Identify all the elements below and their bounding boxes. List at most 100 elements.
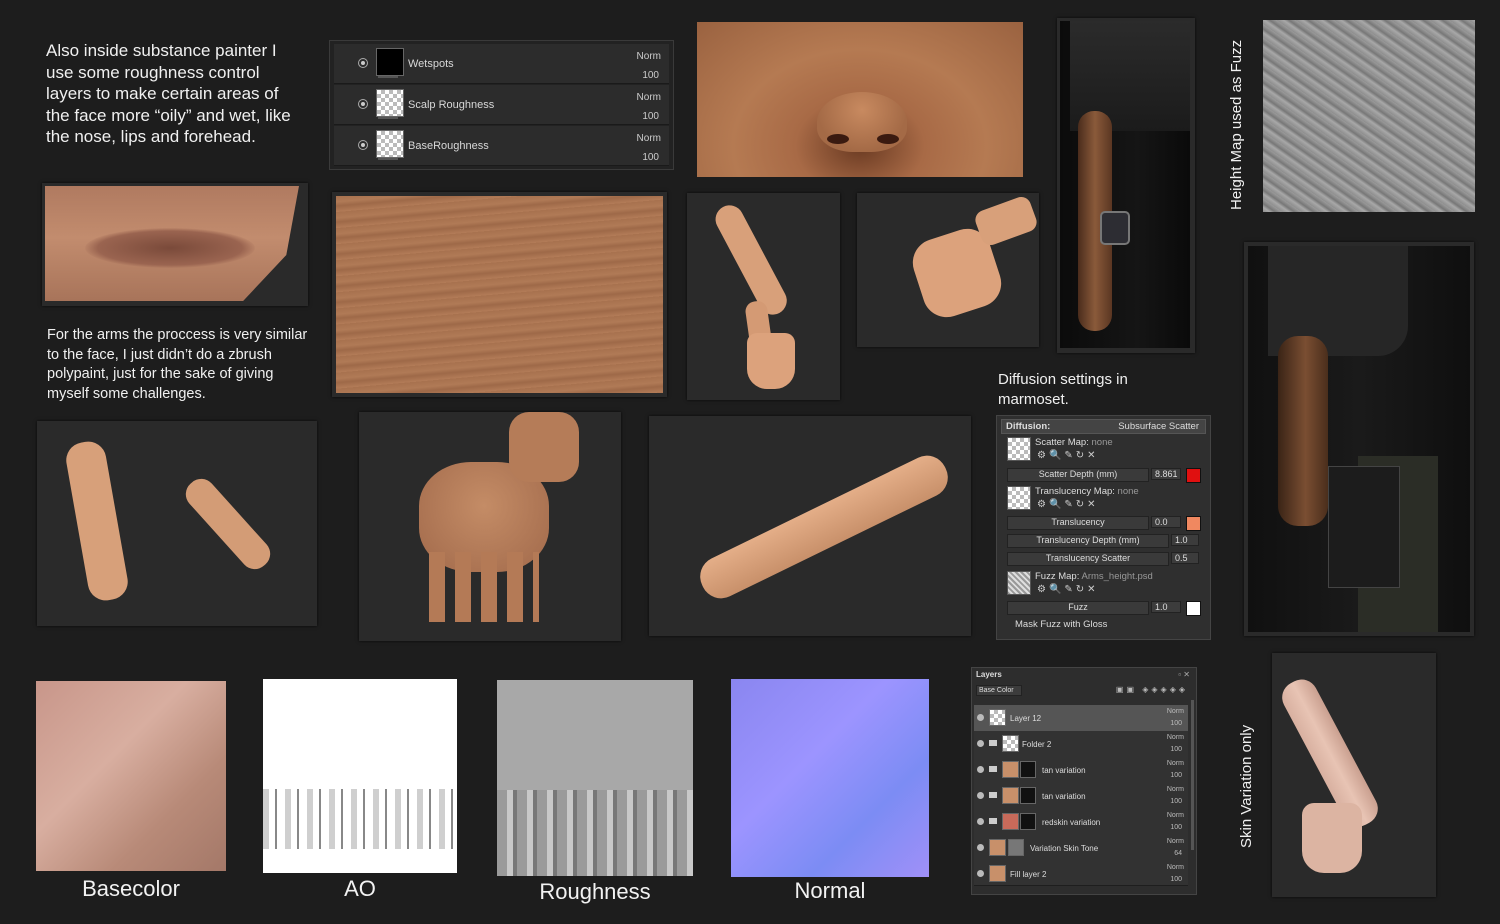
fuzz-label: Fuzz	[1068, 602, 1088, 612]
close-icon[interactable]: ▫ ✕	[1178, 670, 1190, 679]
normal-texture	[731, 679, 929, 877]
height-map-image	[1263, 20, 1475, 212]
layer-row-wetspots[interactable]: Wetspots Norm 100	[334, 44, 669, 84]
fuzz-value[interactable]: 1.0	[1151, 601, 1181, 613]
channel-dropdown[interactable]: Base Color	[976, 685, 1022, 696]
translucency-map-thumb[interactable]	[1007, 486, 1031, 510]
arm-shape	[1278, 336, 1328, 526]
fuzz-color-swatch[interactable]	[1186, 601, 1201, 616]
layer-mask-bar	[378, 76, 398, 78]
layer-opacity[interactable]: 100	[642, 152, 659, 163]
scatter-color-swatch[interactable]	[1186, 468, 1201, 483]
scatter-map-tools[interactable]: ⚙🔍✎↻✕	[1037, 450, 1099, 461]
layer-thumbnail	[376, 89, 404, 117]
diffusion-mode-dropdown[interactable]: Subsurface Scatter	[1118, 421, 1199, 432]
translucency-slider[interactable]: Translucency	[1007, 516, 1149, 530]
translucency-label: Translucency	[1051, 517, 1105, 527]
eye-icon[interactable]	[977, 792, 984, 799]
layer-thumbnail	[989, 865, 1006, 882]
layer-opacity: 100	[1170, 772, 1182, 779]
layer-name: Layer 12	[1010, 714, 1042, 723]
translucency-color-swatch[interactable]	[1186, 516, 1201, 531]
layer-opacity: 100	[1170, 746, 1182, 753]
layer-row[interactable]: redskin variation Norm 100	[974, 809, 1188, 836]
layer-thumbnail	[1002, 813, 1019, 830]
eye-icon[interactable]	[977, 870, 984, 877]
layer-row[interactable]: Folder 2 Norm 100	[974, 731, 1188, 758]
layer-thumbnail	[1002, 735, 1019, 752]
hand-wrist-shape	[972, 194, 1040, 248]
layer-opacity[interactable]: 100	[642, 111, 659, 122]
layer-name: Fill layer 2	[1010, 870, 1047, 879]
hand-open-fingers-shape	[429, 552, 539, 622]
layer-blend: Norm	[1166, 734, 1184, 741]
arms-pair-panel	[37, 421, 317, 626]
nostril-right	[877, 134, 899, 144]
visibility-icon[interactable]	[358, 140, 368, 150]
forehead-panel	[332, 192, 667, 397]
scatter-map-thumb[interactable]	[1007, 437, 1031, 461]
translucency-map-value: none	[1117, 486, 1139, 497]
layer-row[interactable]: tan variation Norm 100	[974, 783, 1188, 810]
fuzz-map-tools[interactable]: ⚙🔍✎↻✕	[1037, 584, 1099, 595]
eye-icon[interactable]	[977, 844, 984, 851]
layer-thumbnail	[1002, 761, 1019, 778]
arm-left-shape	[63, 438, 131, 604]
layer-blend[interactable]: Norm	[637, 92, 661, 103]
eye-icon[interactable]	[977, 766, 984, 773]
layer-thumbnail	[1002, 787, 1019, 804]
layer-row[interactable]: tan variation Norm 100	[974, 757, 1188, 784]
translucency-depth-slider[interactable]: Translucency Depth (mm)	[1007, 534, 1169, 548]
scatter-map-row: Scatter Map: none	[1035, 437, 1113, 448]
layer-tools[interactable]: ▣▣ ◈◈◈◈◈	[1116, 685, 1188, 694]
roughness-texture	[497, 680, 693, 876]
layer-row-scalp-roughness[interactable]: Scalp Roughness Norm 100	[334, 85, 669, 125]
skin-variation-panel	[1272, 653, 1436, 897]
fuzz-slider[interactable]: Fuzz	[1007, 601, 1149, 615]
eye-icon[interactable]	[977, 740, 984, 747]
folder-icon	[989, 766, 997, 772]
layer-row[interactable]: Fill layer 2 Norm 100	[974, 861, 1188, 886]
layers-title: Layers	[976, 670, 1002, 679]
mask-fuzz-checkbox[interactable]: Mask Fuzz with Gloss	[1015, 619, 1107, 630]
arm-extended-shape	[693, 448, 955, 606]
eye-icon[interactable]	[977, 714, 984, 721]
layer-opacity: 100	[1170, 720, 1182, 727]
fuzz-map-thumb[interactable]	[1007, 571, 1031, 595]
caption-ao: AO	[344, 876, 376, 901]
marmoset-diffusion-panel: Diffusion: Subsurface Scatter Scatter Ma…	[996, 415, 1211, 640]
layer-row[interactable]: Layer 12 Norm 100	[974, 705, 1188, 732]
eye-icon[interactable]	[977, 818, 984, 825]
caption-normal: Normal	[794, 878, 866, 903]
layer-mask-bar	[378, 117, 398, 119]
translucency-map-tools[interactable]: ⚙🔍✎↻✕	[1037, 499, 1099, 510]
fuzz-map-label: Fuzz Map:	[1035, 571, 1080, 582]
visibility-icon[interactable]	[358, 99, 368, 109]
skin-variation-hand-shape	[1302, 803, 1362, 873]
scatter-depth-value[interactable]: 8.861	[1151, 468, 1181, 480]
layer-opacity[interactable]: 100	[642, 70, 659, 81]
layer-blend[interactable]: Norm	[637, 51, 661, 62]
translucency-depth-value[interactable]: 1.0	[1171, 534, 1199, 546]
layer-thumbnail	[376, 48, 404, 76]
hand-palm-panel	[857, 193, 1040, 347]
caption-basecolor: Basecolor	[82, 876, 180, 901]
visibility-icon[interactable]	[358, 58, 368, 68]
translucency-scatter-label: Translucency Scatter	[1045, 553, 1131, 563]
diffusion-header[interactable]: Diffusion: Subsurface Scatter	[1001, 419, 1206, 434]
render-gun-image	[1248, 246, 1470, 632]
scatter-depth-slider[interactable]: Scatter Depth (mm)	[1007, 468, 1149, 482]
translucency-value[interactable]: 0.0	[1151, 516, 1181, 528]
arm-front-panel	[687, 193, 840, 400]
layer-name: Scalp Roughness	[408, 99, 495, 111]
layers-scrollbar[interactable]	[1191, 700, 1194, 850]
layer-name: Wetspots	[408, 58, 454, 70]
hand-open-panel	[359, 412, 621, 641]
layer-mask	[1020, 813, 1036, 830]
translucency-scatter-slider[interactable]: Translucency Scatter	[1007, 552, 1169, 566]
translucency-scatter-value[interactable]: 0.5	[1171, 552, 1199, 564]
layer-blend[interactable]: Norm	[637, 133, 661, 144]
height-map-note: Height Map used as Fuzz	[1228, 39, 1245, 210]
layer-row[interactable]: Variation Skin Tone Norm 64	[974, 835, 1188, 862]
layer-row-base-roughness[interactable]: BaseRoughness Norm 100	[334, 126, 669, 166]
